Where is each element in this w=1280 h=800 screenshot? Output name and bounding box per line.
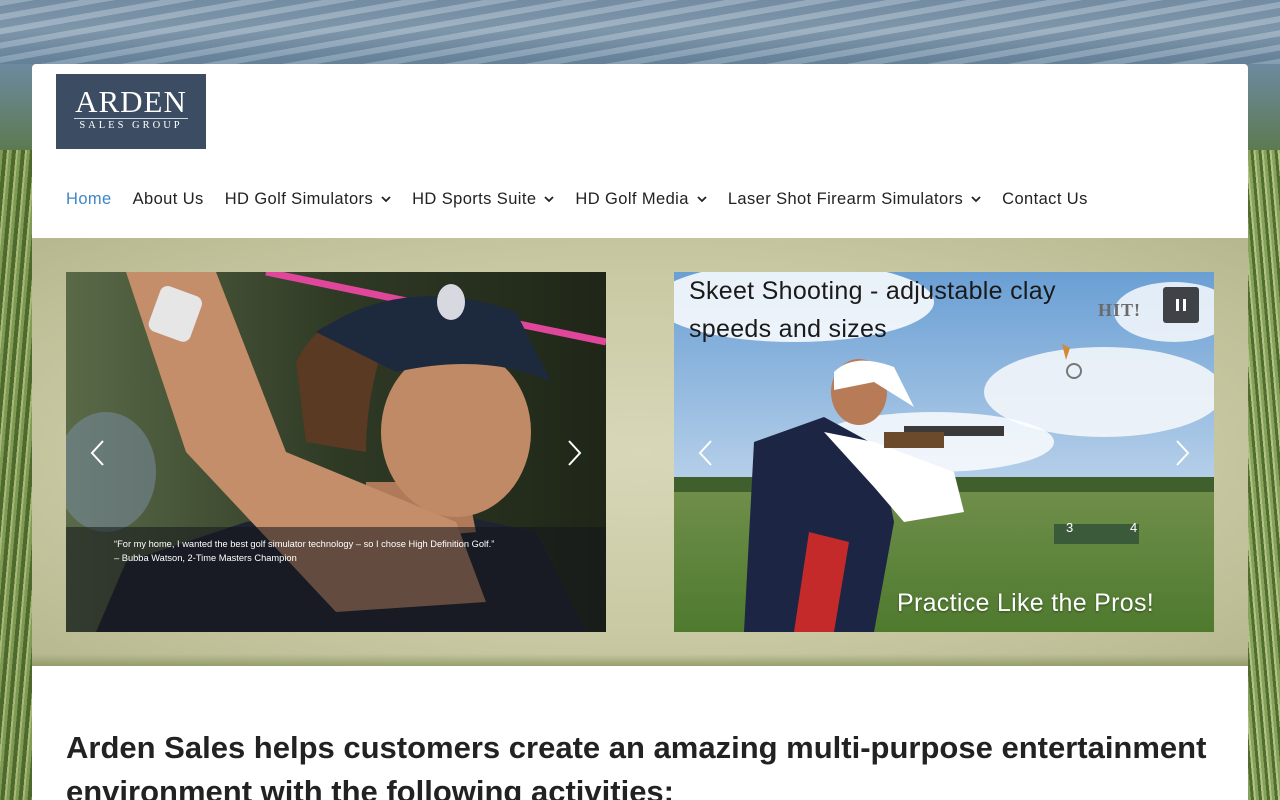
- nav-item-hd-sports-suite[interactable]: HD Sports Suite: [412, 189, 555, 209]
- logo-divider: [74, 118, 188, 119]
- pause-icon: [1176, 299, 1179, 311]
- nav-item-hd-golf-simulators[interactable]: HD Golf Simulators: [225, 190, 391, 209]
- nav-label: About Us: [132, 189, 204, 208]
- quote-attribution: – Bubba Watson, 2-Time Masters Champion: [114, 553, 297, 563]
- page-headline: Arden Sales helps customers create an am…: [66, 730, 1207, 800]
- slide-tagline: Practice Like the Pros!: [896, 589, 1154, 617]
- grass-texture-left: [0, 150, 32, 800]
- testimonial-caption: “For my home, I wanted the best golf sim…: [66, 527, 606, 632]
- water-texture: [0, 0, 1280, 64]
- pause-icon-bar: [1183, 299, 1186, 311]
- logo-wordmark: ARDEN: [75, 84, 187, 119]
- nav-item-home[interactable]: Home: [66, 190, 112, 209]
- hero-fade: [32, 654, 1248, 666]
- nav-item-hd-golf-media[interactable]: HD Golf Media: [575, 189, 707, 209]
- chevron-down-icon: [544, 196, 555, 203]
- chevron-down-icon: [971, 196, 981, 203]
- nav-label: HD Golf Simulators: [224, 189, 374, 208]
- score-marker-3: 3: [1066, 520, 1074, 535]
- chevron-right-icon[interactable]: [564, 438, 584, 468]
- arden-logo[interactable]: ARDEN SALES GROUP: [56, 74, 206, 149]
- nav-label: Home: [66, 189, 112, 208]
- quote-text: “For my home, I wanted the best golf sim…: [114, 539, 495, 549]
- main-container: ARDEN SALES GROUP Home About Us HD Golf …: [32, 64, 1248, 800]
- chevron-left-icon[interactable]: [88, 438, 108, 468]
- chevron-left-icon[interactable]: [696, 438, 716, 468]
- score-marker-4: 4: [1130, 520, 1138, 535]
- grass-texture-right: [1248, 150, 1280, 800]
- nav-label: Laser Shot Firearm Simulators: [727, 189, 964, 208]
- nav-item-laser-shot[interactable]: Laser Shot Firearm Simulators: [728, 190, 981, 209]
- nav-item-about-us[interactable]: About Us: [133, 190, 204, 209]
- pause-button[interactable]: [1163, 287, 1199, 323]
- slide-title: Skeet Shooting - adjustable clay speeds …: [689, 277, 1056, 343]
- nav-label: Contact Us: [1002, 189, 1088, 208]
- skeet-slider: Skeet Shooting - adjustable clay speeds …: [674, 272, 1214, 632]
- hit-indicator: HIT!: [1098, 300, 1142, 320]
- main-nav: Home About Us HD Golf Simulators HD Spor…: [66, 184, 1109, 214]
- nav-label: HD Golf Media: [575, 189, 689, 208]
- hero-section: “For my home, I wanted the best golf sim…: [32, 238, 1248, 666]
- logo-subtitle: SALES GROUP: [79, 120, 183, 131]
- nav-label: HD Sports Suite: [412, 189, 537, 208]
- nav-item-contact-us[interactable]: Contact Us: [1002, 190, 1088, 209]
- chevron-down-icon: [381, 196, 391, 203]
- chevron-down-icon: [697, 196, 707, 203]
- chevron-right-icon[interactable]: [1172, 438, 1192, 468]
- testimonial-quote: “For my home, I wanted the best golf sim…: [114, 537, 494, 565]
- golf-slider: “For my home, I wanted the best golf sim…: [66, 272, 606, 632]
